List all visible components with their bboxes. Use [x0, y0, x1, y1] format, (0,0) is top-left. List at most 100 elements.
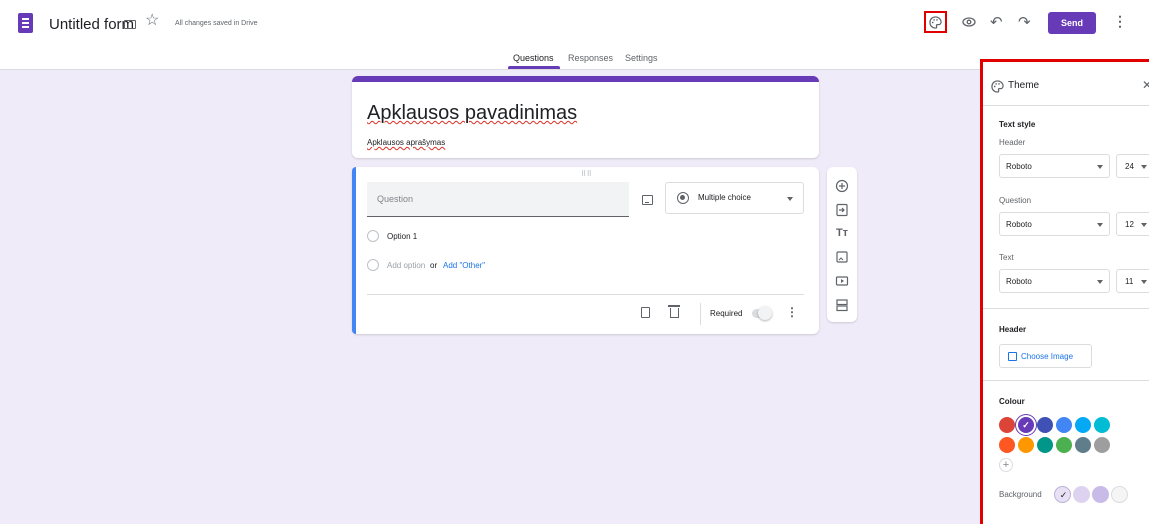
header-font-label: Header — [999, 138, 1026, 147]
check-icon: ✓ — [1022, 420, 1030, 430]
send-button[interactable]: Send — [1048, 12, 1096, 34]
palette-icon — [991, 80, 1004, 93]
background-swatch[interactable] — [1092, 486, 1109, 503]
redo-icon[interactable]: ↷ — [1018, 13, 1031, 31]
required-toggle-knob[interactable] — [758, 306, 772, 320]
colour-swatch[interactable] — [1018, 437, 1034, 453]
choose-image-label: Choose Image — [1021, 352, 1074, 361]
colour-swatch[interactable] — [999, 417, 1015, 433]
floating-toolbar: Tт — [827, 167, 857, 322]
background-swatch[interactable] — [1073, 486, 1090, 503]
theme-panel: Theme ✕ Text style Header Roboto 24 Ques… — [980, 59, 1149, 524]
add-section-icon[interactable] — [835, 298, 849, 312]
form-header-card: Apklausos pavadinimas Apklausos aprašyma… — [352, 76, 819, 158]
divider — [367, 294, 804, 295]
question-title-input[interactable]: Question — [367, 182, 629, 217]
delete-icon[interactable] — [668, 305, 680, 318]
active-question-indicator — [352, 167, 356, 334]
header-font-select[interactable]: Roboto — [999, 154, 1110, 178]
more-options-icon[interactable]: ⋮ — [1113, 13, 1127, 30]
radio-button-icon — [677, 192, 689, 204]
form-title[interactable]: Untitled form — [49, 16, 134, 33]
form-description-text: Apklausos aprašymas — [367, 138, 446, 147]
form-description-field[interactable]: Apklausos aprašymas — [367, 138, 445, 147]
add-image-icon[interactable] — [835, 250, 849, 264]
colour-swatch[interactable] — [1075, 437, 1091, 453]
tab-questions[interactable]: Questions — [513, 53, 554, 63]
question-font-select[interactable]: Roboto — [999, 212, 1110, 236]
question-more-icon[interactable]: ⋮ — [786, 305, 798, 319]
customize-theme-button[interactable] — [924, 11, 947, 33]
add-title-icon[interactable]: Tт — [835, 226, 849, 240]
colour-swatch[interactable] — [1056, 417, 1072, 433]
form-title-field[interactable]: Apklausos pavadinimas — [367, 102, 577, 125]
palette-icon — [929, 16, 942, 29]
option-radio-icon — [367, 230, 379, 242]
add-question-icon[interactable] — [835, 179, 849, 193]
import-questions-icon[interactable] — [835, 203, 849, 217]
google-forms-logo-icon[interactable] — [18, 13, 33, 33]
choose-image-button[interactable]: Choose Image — [999, 344, 1092, 368]
chevron-down-icon — [1141, 165, 1147, 169]
colour-swatch[interactable] — [1037, 437, 1053, 453]
panel-title: Theme — [1008, 80, 1040, 91]
divider — [983, 308, 1149, 309]
question-type-label: Multiple choice — [698, 193, 751, 202]
top-bar: Untitled form ☆ All changes saved in Dri… — [0, 0, 1149, 48]
colour-swatch[interactable] — [1037, 417, 1053, 433]
add-image-icon[interactable] — [642, 195, 653, 205]
header-image-heading: Header — [999, 325, 1027, 334]
text-style-heading: Text style — [999, 120, 1036, 129]
question-placeholder: Question — [377, 194, 414, 204]
divider — [700, 303, 701, 325]
preview-eye-icon[interactable] — [962, 17, 976, 27]
option-label[interactable]: Option 1 — [387, 232, 417, 241]
or-text: or — [430, 261, 438, 270]
check-icon: ✓ — [1059, 490, 1068, 500]
divider — [983, 380, 1149, 381]
background-label: Background — [999, 490, 1042, 499]
text-font-value: Roboto — [1006, 277, 1032, 286]
colour-swatch[interactable] — [1094, 437, 1110, 453]
tab-responses[interactable]: Responses — [568, 53, 613, 63]
chevron-down-icon — [1097, 165, 1103, 169]
move-to-folder-icon[interactable] — [124, 20, 136, 29]
chevron-down-icon — [1097, 223, 1103, 227]
colour-swatch[interactable] — [999, 437, 1015, 453]
star-icon[interactable]: ☆ — [145, 13, 159, 29]
question-font-label: Question — [999, 196, 1032, 205]
drag-handle-icon[interactable]: ⠿⠿ — [581, 170, 592, 178]
header-size-select[interactable]: 24 — [1116, 154, 1149, 178]
close-icon[interactable]: ✕ — [1142, 78, 1149, 92]
chevron-down-icon — [1141, 280, 1147, 284]
required-label: Required — [710, 309, 743, 318]
colour-swatch[interactable]: ✓ — [1018, 417, 1034, 433]
colour-swatch[interactable] — [1056, 437, 1072, 453]
text-font-select[interactable]: Roboto — [999, 269, 1110, 293]
tab-settings[interactable]: Settings — [625, 53, 658, 63]
question-card: ⠿⠿ Question Multiple choice Option 1 Add… — [352, 167, 819, 334]
chevron-down-icon — [787, 197, 793, 201]
colour-heading: Colour — [999, 397, 1025, 406]
colour-swatch[interactable] — [1075, 417, 1091, 433]
divider — [983, 105, 1149, 106]
background-swatch[interactable]: ✓ — [1054, 486, 1071, 503]
question-font-value: Roboto — [1006, 220, 1032, 229]
header-font-value: Roboto — [1006, 162, 1032, 171]
colour-swatch[interactable] — [1094, 417, 1110, 433]
duplicate-icon[interactable] — [641, 307, 650, 318]
question-size-value: 12 — [1125, 220, 1134, 229]
add-other-button[interactable]: Add "Other" — [443, 261, 485, 270]
save-status: All changes saved in Drive — [175, 20, 258, 27]
header-size-value: 24 — [1125, 162, 1134, 171]
add-option-button[interactable]: Add option — [387, 261, 425, 270]
question-size-select[interactable]: 12 — [1116, 212, 1149, 236]
question-type-dropdown[interactable]: Multiple choice — [665, 182, 804, 214]
text-size-value: 11 — [1125, 277, 1134, 286]
background-swatch[interactable] — [1111, 486, 1128, 503]
undo-icon[interactable]: ↶ — [990, 13, 1003, 31]
add-custom-colour-button[interactable]: + — [999, 458, 1013, 472]
add-video-icon[interactable] — [835, 274, 849, 288]
image-icon — [1008, 352, 1017, 361]
text-size-select[interactable]: 11 — [1116, 269, 1149, 293]
